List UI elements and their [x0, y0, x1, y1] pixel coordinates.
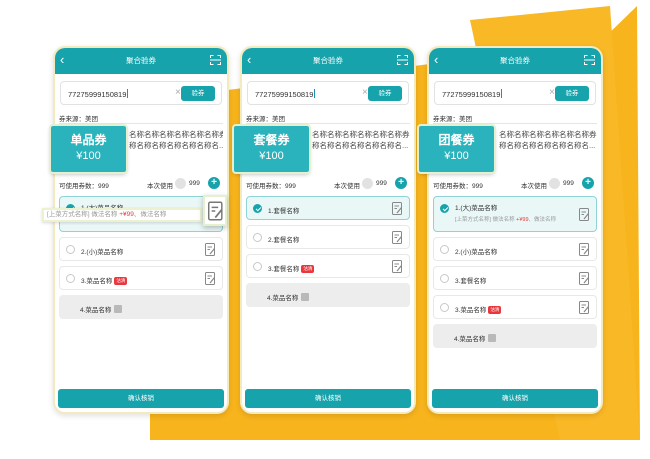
sold-out-badge: 沽清 [488, 306, 502, 314]
divider [246, 123, 410, 124]
list-item-disabled: 4.菜品名称 [433, 324, 597, 348]
radio[interactable] [440, 245, 449, 254]
use-label: 本次使用 [521, 183, 547, 190]
code-input[interactable]: 77275999150819 [442, 89, 503, 99]
list-item-disabled: 4.菜品名称 [246, 283, 410, 307]
list-item[interactable]: 3.套餐名称 [433, 266, 597, 290]
method-callout: [上菜方式名称] 做法名称 +¥99、做法名称 [42, 208, 202, 222]
list-item-disabled: 4.菜品名称 [59, 295, 223, 319]
edit-note-icon[interactable] [205, 243, 216, 256]
phone-screen-single-item: ‹ 聚合验券 77275999150819 × 验券 券来源：美团 名称名称名称… [53, 46, 229, 414]
usage-counter-row: 可使用券数：999 本次使用 999 + [433, 177, 597, 191]
radio[interactable] [440, 303, 449, 312]
close-icon[interactable]: × [549, 87, 555, 98]
scan-icon[interactable] [210, 55, 221, 65]
confirm-button[interactable]: 确认核销 [58, 389, 224, 408]
code-search-bar: 77275999150819 × 验券 [434, 81, 596, 105]
radio[interactable] [253, 233, 262, 242]
combo-list: 1.套餐名称 2.套餐名称 3.套餐名称 沽清 4.菜品名称 [246, 196, 410, 312]
dish-method: [上菜方式名称] 做法名称 +¥99、做法名称 [455, 217, 557, 223]
coupon-source: 券来源：美团 [246, 116, 285, 123]
divider [59, 123, 223, 124]
list-item[interactable]: 3.套餐名称 沽清 [246, 254, 410, 278]
navbar: ‹ 聚合验券 [242, 48, 414, 74]
confirm-button[interactable]: 确认核销 [245, 389, 411, 408]
use-count-value: 999 [189, 180, 200, 187]
scan-icon[interactable] [397, 55, 408, 65]
coupon-card-single: 单品券 ¥100 [49, 124, 128, 174]
edit-callout [203, 195, 227, 226]
edit-note-icon[interactable] [392, 202, 403, 215]
code-input[interactable]: 77275999150819 [255, 89, 316, 99]
dish-list: 1.(大)菜品名称 [上菜方式名称] 做法名称 +¥99、做法名称 2.(小)菜… [433, 196, 597, 353]
radio[interactable] [66, 245, 75, 254]
navbar: ‹ 聚合验券 [429, 48, 601, 74]
edit-note-icon[interactable] [579, 272, 590, 285]
close-icon[interactable]: × [175, 87, 181, 98]
page-title: 聚合验券 [500, 56, 530, 65]
list-item[interactable]: 2.套餐名称 [246, 225, 410, 249]
use-label: 本次使用 [334, 183, 360, 190]
available-count: 可使用券数：999 [246, 183, 296, 190]
decrement-button[interactable] [362, 178, 373, 189]
increment-button[interactable]: + [395, 177, 407, 189]
radio[interactable] [440, 274, 449, 283]
verify-button[interactable]: 验券 [368, 86, 402, 101]
radio[interactable] [66, 274, 75, 283]
page-title: 聚合验券 [126, 56, 156, 65]
edit-note-icon[interactable] [579, 208, 590, 221]
scan-icon[interactable] [584, 55, 595, 65]
confirm-button[interactable]: 确认核销 [432, 389, 598, 408]
use-count-value: 999 [563, 180, 574, 187]
radio-checked[interactable] [440, 204, 449, 213]
use-label: 本次使用 [147, 183, 173, 190]
sold-out-badge: 沽清 [301, 265, 315, 273]
verify-button[interactable]: 验券 [555, 86, 589, 101]
edit-note-icon[interactable] [579, 243, 590, 256]
available-count: 可使用券数：999 [59, 183, 109, 190]
edit-note-icon[interactable] [392, 260, 403, 273]
list-item[interactable]: 3.菜品名称 沽清 [433, 295, 597, 319]
decrement-button[interactable] [549, 178, 560, 189]
list-item[interactable]: 2.(小)菜品名称 [59, 237, 223, 261]
coupon-card-combo: 套餐券 ¥100 [232, 124, 311, 174]
divider [433, 123, 597, 124]
grey-badge [114, 305, 123, 313]
edit-note-icon[interactable] [579, 301, 590, 314]
page-title: 聚合验券 [313, 56, 343, 65]
verify-button[interactable]: 验券 [181, 86, 215, 101]
list-item[interactable]: 2.(小)菜品名称 [433, 237, 597, 261]
available-count: 可使用券数：999 [433, 183, 483, 190]
usage-counter-row: 可使用券数：999 本次使用 999 + [59, 177, 223, 191]
phone-screen-group-meal: ‹ 聚合验券 77275999150819 × 验券 券来源：美团 名称名称名称… [427, 46, 603, 414]
close-icon[interactable]: × [362, 87, 368, 98]
navbar: ‹ 聚合验券 [55, 48, 227, 74]
edit-note-icon[interactable] [205, 272, 216, 285]
coupon-source: 券来源：美团 [59, 116, 98, 123]
grey-badge [301, 293, 310, 301]
list-item[interactable]: 1.套餐名称 [246, 196, 410, 220]
usage-counter-row: 可使用券数：999 本次使用 999 + [246, 177, 410, 191]
code-search-bar: 77275999150819 × 验券 [247, 81, 409, 105]
phone-screen-combo: ‹ 聚合验券 77275999150819 × 验券 券来源：美团 名称名称名称… [240, 46, 416, 414]
grey-badge [488, 334, 497, 342]
increment-button[interactable]: + [582, 177, 594, 189]
list-item[interactable]: 3.菜品名称 沽清 [59, 266, 223, 290]
coupon-card-group: 团餐券 ¥100 [417, 124, 496, 174]
radio-checked[interactable] [253, 204, 262, 213]
coupon-source: 券来源：美团 [433, 116, 472, 123]
code-input[interactable]: 77275999150819 [68, 89, 129, 99]
edit-note-icon[interactable] [392, 231, 403, 244]
increment-button[interactable]: + [208, 177, 220, 189]
decrement-button[interactable] [175, 178, 186, 189]
sold-out-badge: 沽清 [114, 277, 128, 285]
radio[interactable] [253, 262, 262, 271]
use-count-value: 999 [376, 180, 387, 187]
edit-note-icon[interactable] [208, 201, 224, 221]
code-search-bar: 77275999150819 × 验券 [60, 81, 222, 105]
list-item[interactable]: 1.(大)菜品名称 [上菜方式名称] 做法名称 +¥99、做法名称 [433, 196, 597, 232]
